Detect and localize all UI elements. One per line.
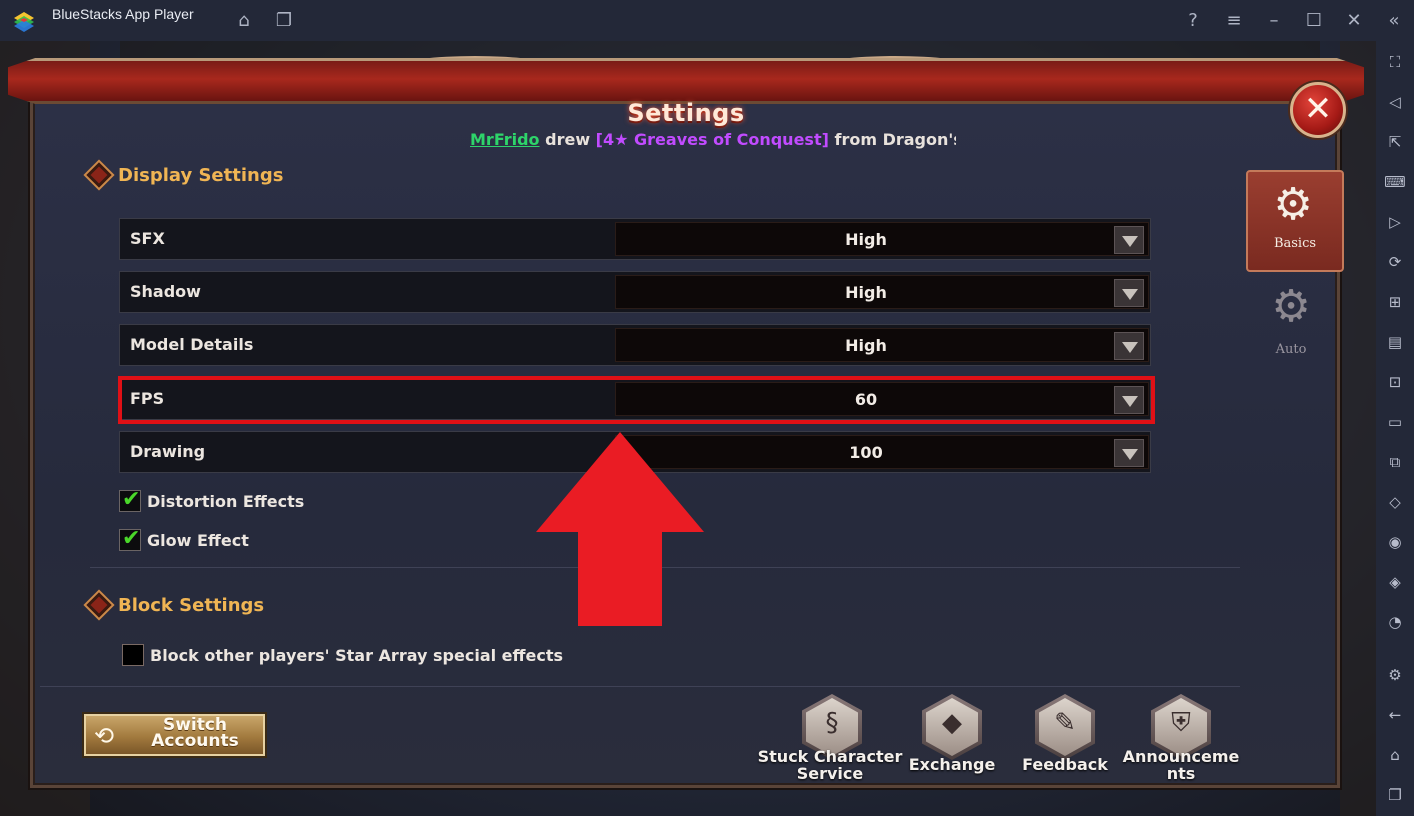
record-icon[interactable]: ▷ [1384, 211, 1406, 233]
shadow-dropdown[interactable]: High [615, 275, 1149, 309]
checkbox-label: Block other players' Star Array special … [150, 645, 563, 665]
title-bar: BlueStacks App Player ⌂ ❐ ? ≡ – ☐ ✕ « [0, 0, 1414, 41]
multi-window-icon[interactable]: ⧉ [1384, 451, 1406, 473]
help-icon[interactable]: ? [1182, 10, 1204, 32]
dropdown-value: High [845, 336, 887, 355]
stuck-character-service-button[interactable]: § Stuck Character Service [758, 694, 902, 784]
announcements-button[interactable]: ⛨ Announcements [1116, 694, 1246, 784]
minimize-icon[interactable]: – [1263, 10, 1285, 32]
checkbox-label: Glow Effect [147, 530, 249, 550]
display-settings-header: Display Settings [83, 159, 284, 191]
gear-icon: ⚙ [1273, 179, 1313, 230]
red-pointer-arrow-icon [536, 432, 704, 626]
setting-label: Shadow [130, 282, 201, 301]
tab-auto-label: Auto [1275, 342, 1307, 357]
broadcast-ticker: MrFrido drew [4★ Greaves of Conquest] fr… [470, 130, 956, 149]
tab-basics[interactable]: ⚙ Basics [1246, 170, 1344, 272]
switch-accounts-label: Switch Accounts [151, 715, 239, 751]
folder-icon[interactable]: ▭ [1384, 411, 1406, 433]
checkbox-label: Distortion Effects [147, 491, 305, 511]
dropdown-value: High [845, 283, 887, 302]
checkbox-box[interactable]: ✔ [119, 487, 141, 512]
multi-instance-icon[interactable]: ❐ [273, 10, 295, 32]
gem-icon: ◆ [942, 708, 962, 738]
dropdown-value: High [845, 230, 887, 249]
menu-icon[interactable]: ≡ [1223, 10, 1245, 32]
eco-mode-icon[interactable]: ◇ [1384, 491, 1406, 513]
back-arrow-icon[interactable]: ← [1384, 704, 1406, 726]
fullscreen-icon[interactable]: ⛶ [1384, 51, 1406, 73]
checkmark-icon: ✔ [122, 487, 141, 512]
display-settings-label: Display Settings [118, 164, 284, 186]
checkbox-box[interactable] [122, 644, 144, 666]
settings-banner [8, 58, 1364, 104]
sfx-dropdown[interactable]: High [615, 222, 1149, 256]
layers-icon[interactable]: ◈ [1384, 571, 1406, 593]
gamepad-gear-icon: ⚙ [1271, 281, 1311, 332]
bluestacks-logo-icon [10, 8, 38, 34]
dropdown-arrow-icon[interactable] [1114, 226, 1144, 254]
location-icon[interactable]: ◉ [1384, 531, 1406, 553]
exchange-button[interactable]: ◆ Exchange [887, 694, 1017, 784]
collapse-sidebar-icon[interactable]: « [1383, 10, 1405, 32]
feedback-label: Feedback [1022, 755, 1108, 774]
recent-apps-icon[interactable]: ❐ [1384, 784, 1406, 806]
gamepad-icon[interactable]: ⊞ [1384, 291, 1406, 313]
tab-basics-label: Basics [1273, 236, 1317, 251]
fps-highlight-box [118, 376, 1155, 424]
setting-label: SFX [130, 229, 165, 248]
banner-shield-icon: ⛨ [1171, 708, 1191, 738]
maximize-icon[interactable]: ☐ [1303, 10, 1325, 32]
swirl-icon: § [825, 708, 839, 738]
ticker-player-name[interactable]: MrFrido [470, 130, 540, 149]
performance-icon[interactable]: ◔ [1384, 611, 1406, 633]
block-settings-label: Block Settings [118, 594, 265, 616]
stuck-label: Stuck Character Service [757, 747, 903, 783]
block-star-array-checkbox[interactable]: Block other players' Star Array special … [122, 644, 563, 666]
app-title: BlueStacks App Player [52, 6, 194, 22]
settings-gear-icon[interactable]: ⚙ [1384, 664, 1406, 686]
switch-arrows-icon: ⟲ [93, 722, 115, 750]
ticker-verb: drew [539, 130, 596, 149]
setting-row-sfx: SFX High [119, 218, 1151, 260]
diamond-icon [83, 589, 115, 621]
setting-row-shadow: Shadow High [119, 271, 1151, 313]
keyboard-icon[interactable]: ⌨ [1384, 171, 1406, 193]
bluestacks-sidebar: ⛶ ◁ ⇱ ⌨ ▷ ⟳ ⊞ ▤ ⊡ ▭ ⧉ ◇ ◉ ◈ ◔ ⚙ ← ⌂ ❐ [1376, 41, 1414, 816]
block-settings-header: Block Settings [83, 589, 265, 621]
ticker-rest: from Dragon's Tr [834, 130, 956, 149]
cursor-icon[interactable]: ⇱ [1384, 131, 1406, 153]
ticker-item[interactable]: [4★ Greaves of Conquest] [596, 130, 829, 149]
glow-effect-checkbox[interactable]: ✔ Glow Effect [119, 526, 249, 551]
close-settings-button[interactable]: ✕ [1290, 82, 1346, 138]
apk-icon[interactable]: ▤ [1384, 331, 1406, 353]
screenshot-icon[interactable]: ⊡ [1384, 371, 1406, 393]
settings-title: Settings [627, 99, 745, 127]
feedback-button[interactable]: ✎ Feedback [1000, 694, 1130, 784]
dropdown-arrow-icon[interactable] [1114, 439, 1144, 467]
dropdown-arrow-icon[interactable] [1114, 279, 1144, 307]
setting-row-model-details: Model Details High [119, 324, 1151, 366]
setting-label: Model Details [130, 335, 254, 354]
checkbox-box[interactable]: ✔ [119, 526, 141, 551]
dropdown-arrow-icon[interactable] [1114, 332, 1144, 360]
setting-label: Drawing [130, 442, 206, 461]
diamond-icon [83, 159, 115, 191]
announcements-label: Announcements [1122, 747, 1240, 783]
tab-auto[interactable]: ⚙ Auto [1246, 280, 1336, 370]
model-details-dropdown[interactable]: High [615, 328, 1149, 362]
android-home-icon[interactable]: ⌂ [1384, 744, 1406, 766]
macro-icon[interactable]: ⟳ [1384, 251, 1406, 273]
volume-icon[interactable]: ◁ [1384, 91, 1406, 113]
close-icon[interactable]: ✕ [1343, 10, 1365, 32]
home-icon[interactable]: ⌂ [233, 10, 255, 32]
exchange-label: Exchange [908, 755, 996, 774]
book-quill-icon: ✎ [1054, 708, 1076, 738]
distortion-effects-checkbox[interactable]: ✔ Distortion Effects [119, 487, 305, 512]
switch-accounts-button[interactable]: ⟲ Switch Accounts [84, 714, 265, 756]
checkmark-icon: ✔ [122, 526, 141, 551]
footer-divider [40, 686, 1240, 687]
